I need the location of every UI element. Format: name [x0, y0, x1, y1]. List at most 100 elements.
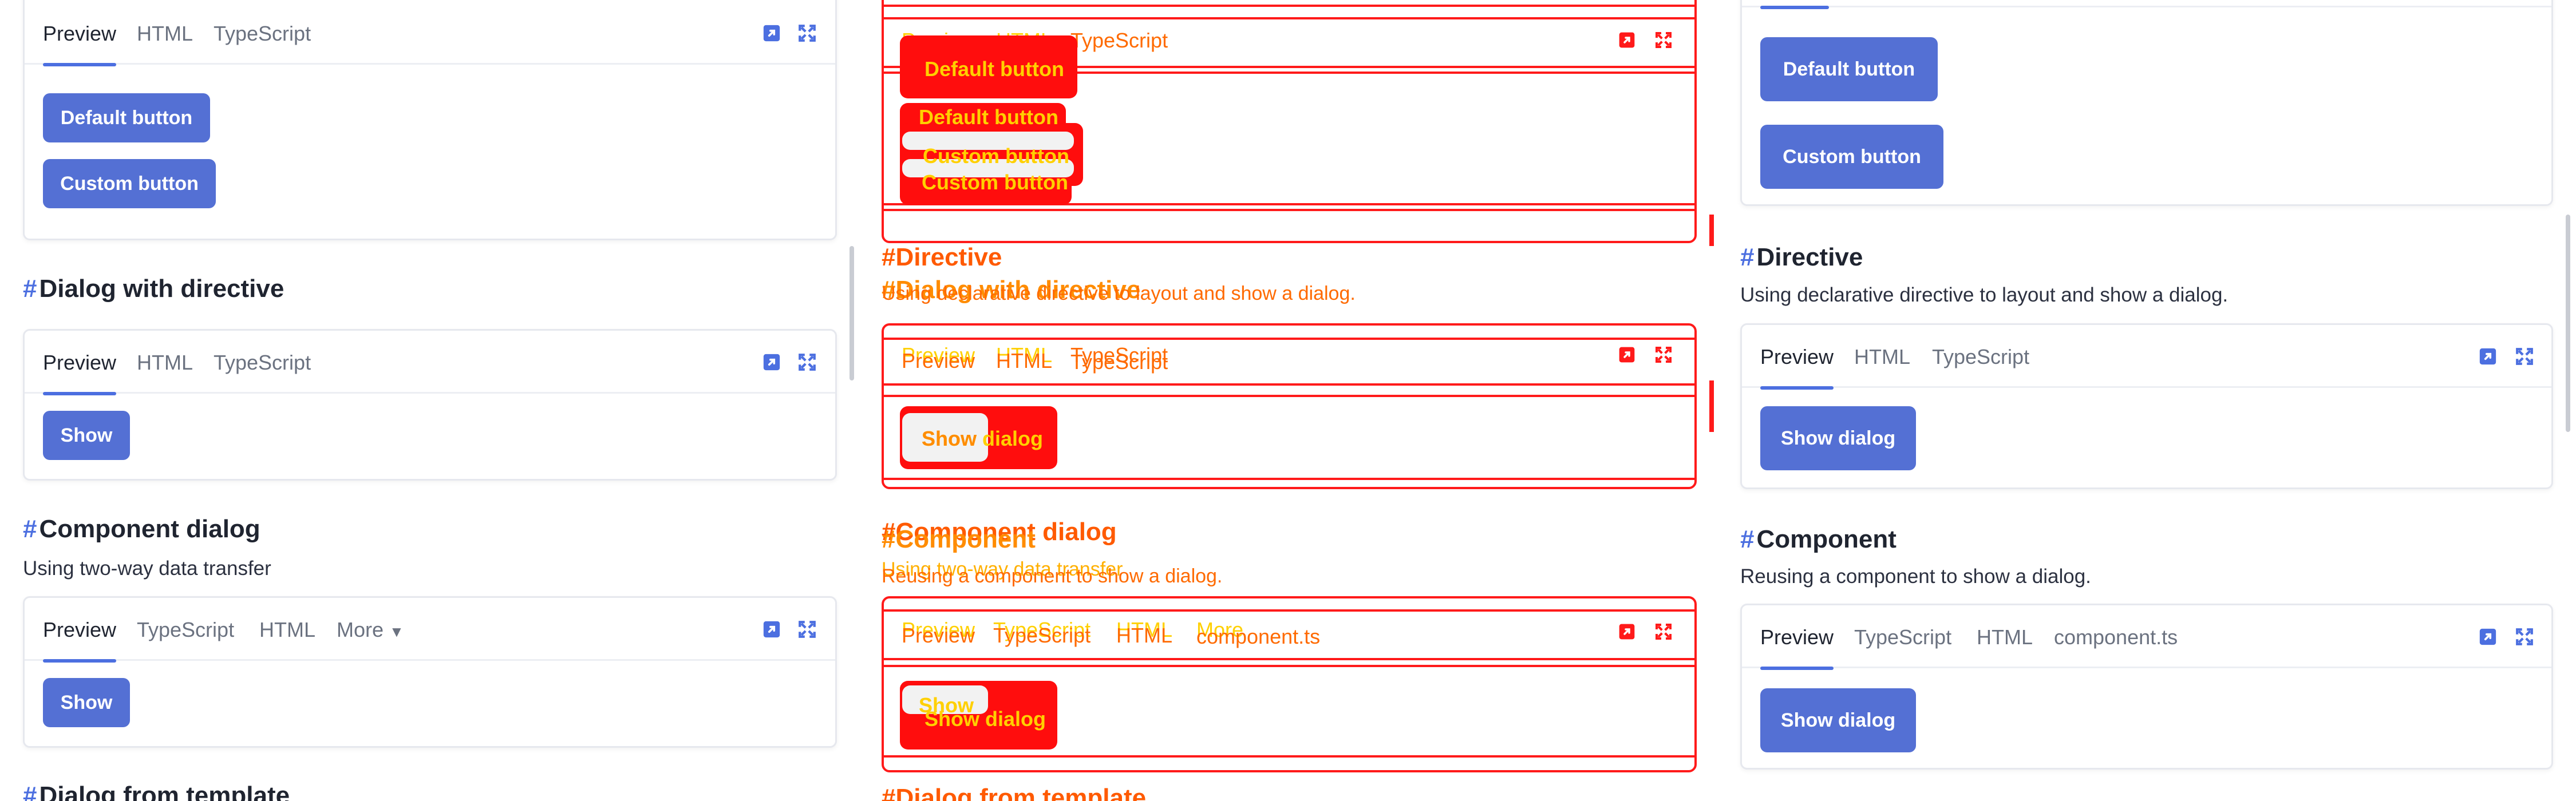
- diff-line: [882, 383, 1697, 386]
- custom-button[interactable]: Custom button: [1760, 125, 1943, 189]
- anchor-hash[interactable]: #: [23, 782, 37, 801]
- section-title-dialog-directive: #Dialog with directive: [23, 275, 284, 303]
- tab-html[interactable]: HTML: [1854, 325, 1910, 388]
- demo-tabs: Preview TypeScript HTML component.ts: [1742, 605, 2551, 670]
- external-link-icon: [1618, 31, 1636, 49]
- demo-tabs: Preview HTML TypeScript: [25, 331, 835, 395]
- show-button[interactable]: Show: [43, 678, 130, 727]
- section-title-text: Directive: [1756, 243, 1863, 271]
- fullscreen-icon[interactable]: [797, 23, 817, 43]
- diff-line: [882, 17, 1697, 19]
- chevron-down-icon: ▼: [389, 623, 404, 640]
- section-title-text: Dialog with directive: [39, 275, 285, 303]
- diff-tab-html: HTML: [996, 349, 1052, 372]
- diff-tab-html: HTML: [1116, 624, 1172, 647]
- left-docs-panel: Preview HTML TypeScript Default button C…: [0, 0, 859, 801]
- diff-show-dialog-text: Show dialog: [924, 707, 1046, 731]
- diff-default-button-text: Default button: [924, 57, 1064, 81]
- fullscreen-icon[interactable]: [2515, 627, 2534, 647]
- demo-tabs: Preview HTML TypeScript: [1742, 325, 2551, 390]
- tab-html[interactable]: HTML: [137, 331, 193, 394]
- show-button[interactable]: Show: [43, 411, 130, 460]
- diff-tab-typescript: TypeScript: [1070, 350, 1168, 374]
- tab-typescript[interactable]: TypeScript: [214, 2, 311, 65]
- diff-heading-directive: #Directive: [882, 243, 1002, 271]
- section-description: Using two-way data transfer: [23, 557, 271, 580]
- diff-scrollbar: [1709, 215, 1714, 246]
- diff-line: [882, 209, 1697, 211]
- section-title-text: Component: [1756, 525, 1897, 553]
- fullscreen-icon[interactable]: [2515, 347, 2534, 366]
- fullscreen-icon[interactable]: [797, 352, 817, 372]
- external-link-icon[interactable]: [2478, 627, 2498, 647]
- external-link-icon: [1618, 622, 1636, 641]
- custom-button[interactable]: Custom button: [43, 159, 216, 208]
- external-link-icon: [1618, 346, 1636, 364]
- tab-preview[interactable]: Preview: [1760, 325, 1834, 390]
- section-title-directive: #Directive: [1740, 243, 1863, 272]
- diff-tab-typescript: TypeScript: [993, 624, 1091, 647]
- fullscreen-icon: [1654, 622, 1673, 641]
- tab-more-label: More: [337, 618, 384, 641]
- external-link-icon[interactable]: [762, 352, 781, 372]
- diff-tab-component-ts: component.ts: [1196, 625, 1321, 648]
- diff-overlay-panel: Preview HTML TypeScript Default button D…: [859, 0, 1717, 801]
- diff-line: [882, 665, 1697, 667]
- scrollbar-thumb[interactable]: [2566, 215, 2570, 432]
- diff-line: [882, 395, 1697, 397]
- scrollbar-thumb[interactable]: [850, 246, 854, 380]
- diff-heading-dialog-template: #Dialog from template: [882, 784, 1147, 801]
- anchor-hash[interactable]: #: [23, 515, 37, 543]
- tab-html[interactable]: HTML: [1977, 605, 2033, 668]
- tab-preview[interactable]: Preview: [1760, 605, 1834, 670]
- default-button[interactable]: Default button: [1760, 37, 1938, 101]
- demo-card-directive: Preview HTML TypeScript Show dialog: [1740, 323, 2553, 489]
- tab-more[interactable]: More ▼: [337, 598, 404, 661]
- diff-line: [882, 5, 1697, 7]
- diff-tab-preview: Preview: [902, 624, 975, 647]
- fullscreen-icon: [1654, 346, 1673, 364]
- demo-tabs: Preview TypeScript HTML More ▼: [25, 598, 835, 663]
- diff-line: [882, 609, 1697, 612]
- tab-preview[interactable]: [1760, 0, 1829, 9]
- default-button[interactable]: Default button: [43, 93, 210, 142]
- diff-component-desc: Reusing a component to show a dialog.: [882, 565, 1223, 587]
- demo-tabs: [1742, 0, 2551, 9]
- demo-card-dialog-directive: Preview HTML TypeScript Show: [23, 329, 837, 481]
- demo-card-buttons: Preview HTML TypeScript Default button C…: [23, 0, 837, 240]
- tab-preview[interactable]: Preview: [43, 2, 117, 66]
- right-docs-panel: Default button Custom button #Directive …: [1717, 0, 2576, 801]
- demo-card-component-dialog: Preview TypeScript HTML More ▼ Show: [23, 596, 837, 748]
- fullscreen-icon[interactable]: [797, 620, 817, 639]
- tab-typescript[interactable]: TypeScript: [1932, 325, 2029, 388]
- anchor-hash[interactable]: #: [23, 275, 37, 303]
- show-dialog-button[interactable]: Show dialog: [1760, 406, 1916, 470]
- fullscreen-icon: [1654, 31, 1673, 49]
- tab-typescript[interactable]: TypeScript: [214, 331, 311, 394]
- tab-preview[interactable]: Preview: [43, 331, 117, 395]
- demo-tabs: Preview HTML TypeScript: [25, 2, 835, 66]
- diff-tab-preview: Preview: [902, 349, 975, 372]
- anchor-hash[interactable]: #: [1740, 243, 1754, 271]
- diff-custom-button-text: Custom button: [923, 144, 1069, 168]
- section-title-component: #Component: [1740, 525, 1897, 554]
- diff-line: [882, 338, 1697, 340]
- anchor-hash[interactable]: #: [1740, 525, 1754, 553]
- external-link-icon[interactable]: [762, 23, 781, 43]
- external-link-icon[interactable]: [762, 620, 781, 639]
- tab-typescript[interactable]: TypeScript: [137, 598, 234, 661]
- tab-html[interactable]: HTML: [259, 598, 315, 661]
- tab-html[interactable]: HTML: [137, 2, 193, 65]
- show-dialog-button[interactable]: Show dialog: [1760, 688, 1916, 752]
- tab-component-ts[interactable]: component.ts: [2054, 605, 2178, 668]
- diff-line: [882, 755, 1697, 758]
- diff-scrollbar: [1709, 380, 1714, 432]
- section-title-text: Dialog from template: [39, 782, 290, 801]
- tab-typescript[interactable]: TypeScript: [1854, 605, 1951, 668]
- diff-directive-desc: Using declarative directive to layout an…: [882, 283, 1356, 304]
- tab-preview[interactable]: Preview: [43, 598, 117, 663]
- diff-custom-button-text: Custom button: [922, 170, 1068, 194]
- section-title-component-dialog: #Component dialog: [23, 515, 260, 544]
- external-link-icon[interactable]: [2478, 347, 2498, 366]
- section-description: Using declarative directive to layout an…: [1740, 284, 2229, 306]
